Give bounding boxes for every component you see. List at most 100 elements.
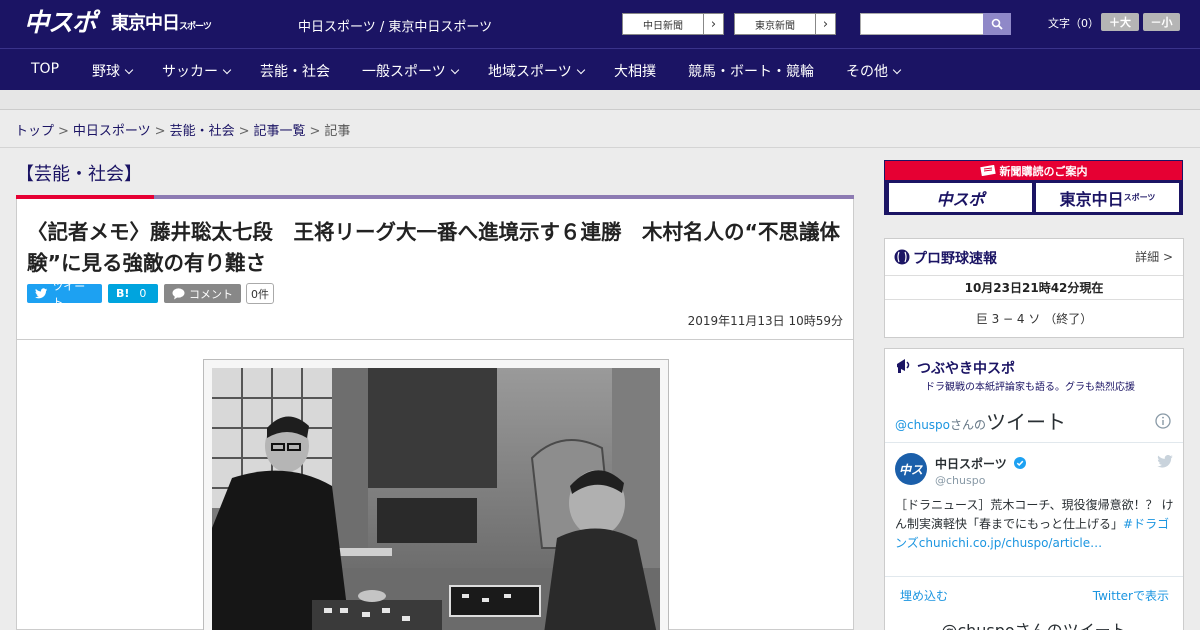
chevron-right-icon: › xyxy=(703,14,723,34)
subscription-promo[interactable]: 新聞購読のご案内 中スポ 東京中日 スポーツ xyxy=(884,160,1183,215)
breadcrumb-entertainment[interactable]: 芸能・社会 xyxy=(170,124,235,139)
tweet-button[interactable]: ツイート xyxy=(27,280,102,309)
search-icon xyxy=(991,18,1003,30)
nav-item-label: 地域スポーツ xyxy=(488,64,572,80)
widget-divider xyxy=(885,299,1183,300)
baseball-score-widget: プロ野球速報 詳細 > 10月23日21時42分現在 巨 3 − 4 ソ （終了… xyxy=(884,238,1184,338)
tweet-account-name[interactable]: 中日スポーツ xyxy=(935,455,1026,472)
view-on-twitter-link[interactable]: Twitterで表示 xyxy=(1093,587,1169,604)
breadcrumb-article-list[interactable]: 記事一覧 xyxy=(254,124,306,139)
chunichi-shimbun-button[interactable]: 中日新聞 › xyxy=(622,13,724,35)
search-button[interactable] xyxy=(983,13,1011,35)
search-input[interactable] xyxy=(860,13,984,35)
tokyo-shimbun-label: 東京新聞 xyxy=(755,20,795,32)
tsubuyaki-title: つぶやき中スポ xyxy=(917,361,1015,377)
nav-item-entertainment[interactable]: 芸能・社会 xyxy=(260,61,330,81)
hatena-bookmark-button[interactable]: B! 0 xyxy=(108,284,158,303)
nav-item-sumo[interactable]: 大相撲 xyxy=(614,61,656,81)
tweets-heading: @chuspoさんのツイート xyxy=(895,406,1066,435)
nav-item-racing[interactable]: 競馬・ボート・競輪 xyxy=(688,61,814,81)
site-names-link[interactable]: 中日スポーツ / 東京中日スポーツ xyxy=(298,16,492,35)
chevron-down-icon xyxy=(222,65,232,75)
avatar[interactable]: 中ス xyxy=(895,453,927,485)
site-header: 中スポ 東京中日スポーツ 中日スポーツ / 東京中日スポーツ 中日新聞 › 東京… xyxy=(0,0,1200,48)
breadcrumb-chuspo[interactable]: 中日スポーツ xyxy=(73,124,151,139)
tokyo-chunichi-subscription-small: スポーツ xyxy=(1123,193,1156,202)
tweets-word: ツイート xyxy=(986,410,1067,434)
breadcrumb: トップ > 中日スポーツ > 芸能・社会 > 記事一覧 > 記事 xyxy=(0,110,1200,148)
tweet-body: ［ドラニュース］荒木コーチ、現役復帰意欲！？ けん制実演軽快「春までにもっと仕上… xyxy=(895,496,1175,553)
verified-badge-icon xyxy=(1013,457,1026,469)
nav-item-top[interactable]: TOP xyxy=(31,61,59,77)
category-heading: 【芸能・社会】 xyxy=(16,164,142,185)
subscription-title: 新聞購読のご案内 xyxy=(999,164,1088,178)
tokyo-chunichi-logo-text: 東京中日 xyxy=(111,13,180,34)
subscription-title-bar: 新聞購読のご案内 xyxy=(885,161,1182,180)
tokyo-chunichi-subscription-text: 東京中日 xyxy=(1059,189,1124,209)
embed-link[interactable]: 埋め込む xyxy=(900,587,948,604)
article-card: 〈記者メモ〉藤井聡太七段 王将リーグ大一番へ進境示す６連勝 木村名人の“不思議体… xyxy=(16,199,854,630)
subscription-logos: 中スポ 東京中日 スポーツ xyxy=(889,183,1179,212)
twitter-bird-icon xyxy=(1157,455,1173,468)
font-smaller-button[interactable]: －小 xyxy=(1143,13,1180,31)
breadcrumb-separator: > xyxy=(154,124,166,139)
chevron-down-icon xyxy=(124,65,134,75)
tweet-account-handle[interactable]: @chuspo xyxy=(935,474,985,487)
tokyo-chunichi-logo-small: スポーツ xyxy=(179,22,212,32)
chevron-down-icon xyxy=(892,65,902,75)
newspaper-icon xyxy=(979,165,996,176)
baseball-score[interactable]: 巨 3 − 4 ソ （終了） xyxy=(885,310,1183,327)
main-nav: TOP 野球 サッカー 芸能・社会 一般スポーツ 地域スポーツ 大相撲 競馬・ボ… xyxy=(0,48,1200,90)
comment-label: コメント xyxy=(189,287,233,301)
tweets-handle[interactable]: @chuspo xyxy=(895,418,950,432)
nav-item-baseball[interactable]: 野球 xyxy=(92,61,134,81)
font-larger-button[interactable]: ＋大 xyxy=(1101,13,1139,31)
tsubuyaki-subtitle: ドラ観戦の本紙評論家も語る。グラも熱烈応援 xyxy=(925,382,1135,393)
nav-item-label: 野球 xyxy=(92,64,120,80)
nav-item-label: 一般スポーツ xyxy=(362,64,446,80)
chuspo-logo[interactable]: 中スポ xyxy=(24,9,97,37)
tweets-suffix: さんの xyxy=(950,418,987,432)
tokyo-chunichi-logo[interactable]: 東京中日スポーツ xyxy=(111,13,212,37)
chevron-down-icon xyxy=(450,65,459,75)
breadcrumb-separator: > xyxy=(309,124,321,139)
tweet-link[interactable]: chunichi.co.jp/chuspo/article… xyxy=(919,536,1102,550)
chunichi-shimbun-label: 中日新聞 xyxy=(643,20,683,32)
tokyo-shimbun-button[interactable]: 東京新聞 › xyxy=(734,13,836,35)
megaphone-icon xyxy=(897,359,910,373)
ad-strip xyxy=(0,90,1200,110)
nav-item-regional-sports[interactable]: 地域スポーツ xyxy=(488,61,585,81)
comment-button[interactable]: コメント xyxy=(164,284,241,303)
widget-divider xyxy=(885,442,1183,443)
baseball-detail-link[interactable]: 詳細 > xyxy=(1135,248,1173,265)
baseball-detail-label: 詳細 xyxy=(1135,250,1160,264)
shogi-match-photo xyxy=(212,368,660,630)
hatena-label: B! xyxy=(116,287,130,300)
tweets-footer-text[interactable]: @chuspoさんのツイート xyxy=(885,617,1183,630)
baseball-icon xyxy=(894,249,910,265)
chevron-right-icon: > xyxy=(1162,250,1173,264)
nav-item-other[interactable]: その他 xyxy=(846,61,902,81)
widget-divider xyxy=(885,576,1183,577)
article-photo-frame xyxy=(203,359,669,630)
speech-bubble-icon xyxy=(172,287,185,299)
info-icon[interactable] xyxy=(1155,413,1171,429)
nav-item-general-sports[interactable]: 一般スポーツ xyxy=(362,61,459,81)
breadcrumb-separator: > xyxy=(238,124,250,139)
baseball-widget-title: プロ野球速報 xyxy=(913,251,997,267)
article-divider xyxy=(17,339,853,340)
chevron-right-icon: › xyxy=(815,14,835,34)
comment-count: 0件 xyxy=(246,283,274,304)
chevron-down-icon xyxy=(576,65,585,75)
nav-item-label: サッカー xyxy=(162,64,218,80)
widget-divider xyxy=(885,275,1183,276)
baseball-timestamp: 10月23日21時42分現在 xyxy=(964,281,1104,295)
tweet-account-name-text: 中日スポーツ xyxy=(935,457,1007,471)
chuspo-subscription-logo[interactable]: 中スポ xyxy=(889,183,1032,212)
article-date: 2019年11月13日 10時59分 xyxy=(687,314,843,328)
article-headline: 〈記者メモ〉藤井聡太七段 王将リーグ大一番へ進境示す６連勝 木村名人の“不思議体… xyxy=(27,220,840,275)
article-photo[interactable] xyxy=(212,368,660,630)
breadcrumb-top[interactable]: トップ xyxy=(15,124,54,139)
nav-item-soccer[interactable]: サッカー xyxy=(162,61,232,81)
tokyo-chunichi-subscription-logo[interactable]: 東京中日 スポーツ xyxy=(1036,183,1179,212)
